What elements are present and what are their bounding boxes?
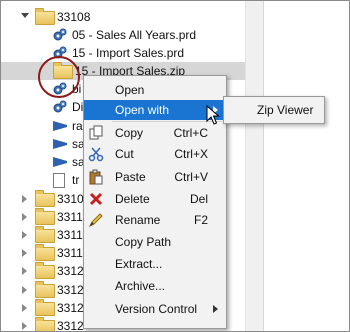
tree-row-label: 3312 bbox=[57, 319, 84, 332]
menu-item-label: Extract... bbox=[115, 257, 163, 271]
tree-row-label: 3311 bbox=[57, 246, 83, 260]
folder-icon bbox=[35, 190, 55, 207]
tree-row-label: 05 - Sales All Years.prd bbox=[72, 28, 197, 42]
folder-icon bbox=[35, 208, 55, 225]
menu-item-archive[interactable]: Archive... bbox=[84, 276, 226, 296]
menu-item-copy-path[interactable]: Copy Path bbox=[84, 232, 226, 252]
tree-row-label: ra bbox=[72, 119, 83, 133]
collapsed-arrow-icon[interactable] bbox=[22, 286, 27, 294]
tree-row-label: 33108 bbox=[57, 10, 91, 24]
tree-row-label: bi bbox=[72, 82, 82, 96]
collapsed-arrow-icon[interactable] bbox=[22, 213, 27, 221]
menu-item-label: Copy bbox=[115, 126, 144, 140]
menu-item-extract[interactable]: Extract... bbox=[84, 254, 226, 274]
gear-icon bbox=[53, 82, 67, 95]
folder-icon bbox=[35, 8, 55, 25]
menu-item-label: Archive... bbox=[115, 279, 166, 293]
tree-row-label: 3310 bbox=[57, 192, 84, 206]
tree-row-label: 15 - Import Sales.prd bbox=[72, 46, 185, 60]
mouse-cursor-icon bbox=[206, 105, 220, 125]
funnel-icon bbox=[53, 157, 67, 167]
tree-row-label: tr bbox=[72, 173, 80, 187]
folder-icon bbox=[35, 262, 55, 279]
collapsed-arrow-icon[interactable] bbox=[22, 249, 27, 257]
menu-item-label: Delete bbox=[115, 192, 150, 206]
explorer-window: 33108 05 - Sales All Years.prd 15 - Import… bbox=[0, 0, 350, 332]
tree-row[interactable]: 05 - Sales All Years.prd bbox=[1, 26, 245, 44]
tree-row-label: Di bbox=[72, 100, 84, 114]
tree-scrollbar[interactable] bbox=[245, 1, 264, 331]
folder-icon bbox=[35, 226, 55, 243]
zip-viewer-item[interactable]: Zip Viewer bbox=[226, 99, 322, 121]
pencil-icon bbox=[88, 213, 103, 228]
copy-icon bbox=[89, 125, 103, 140]
tree-row-label: 3312 bbox=[57, 301, 84, 315]
menu-item-version-control[interactable]: Version Control bbox=[84, 299, 226, 319]
menu-item-open-with[interactable]: Open with bbox=[84, 100, 226, 120]
menu-item-label: Copy Path bbox=[115, 235, 172, 249]
collapsed-arrow-icon[interactable] bbox=[22, 322, 27, 330]
funnel-icon bbox=[53, 121, 67, 131]
funnel-icon bbox=[53, 139, 67, 149]
delete-x-icon bbox=[89, 192, 103, 206]
expand-arrow-icon[interactable] bbox=[21, 13, 29, 18]
folder-icon bbox=[53, 62, 73, 79]
menu-item-label: Rename bbox=[115, 213, 161, 227]
collapsed-arrow-icon[interactable] bbox=[22, 231, 27, 239]
tree-row-label: 3311 bbox=[57, 210, 83, 224]
scissors-icon bbox=[88, 147, 104, 162]
menu-item-shortcut: Ctrl+V bbox=[174, 170, 208, 184]
tree-row-label: 3312 bbox=[57, 264, 84, 278]
menu-item-label: Open with bbox=[115, 103, 170, 117]
menu-item-shortcut: F2 bbox=[193, 213, 208, 227]
menu-item-shortcut: Ctrl+X bbox=[174, 147, 208, 161]
folder-icon bbox=[35, 281, 55, 298]
paste-icon bbox=[89, 169, 103, 185]
menu-item-shortcut: Del bbox=[189, 192, 208, 206]
menu-item-label: Paste bbox=[115, 170, 146, 184]
folder-icon bbox=[35, 317, 55, 331]
menu-item-open[interactable]: Open bbox=[84, 80, 226, 100]
gear-icon bbox=[53, 28, 67, 41]
tree-row[interactable]: 15 - Import Sales.prd bbox=[1, 44, 245, 62]
tree-row-label: 3312 bbox=[57, 283, 84, 297]
menu-item-paste[interactable]: Paste Ctrl+V bbox=[84, 167, 226, 187]
gear-icon bbox=[53, 46, 67, 59]
submenu-arrow-icon bbox=[213, 305, 218, 313]
menu-item-label: Version Control bbox=[115, 302, 198, 316]
zip-viewer-label: Zip Viewer bbox=[257, 103, 314, 117]
right-pane bbox=[263, 1, 349, 331]
folder-icon bbox=[35, 299, 55, 316]
menu-item-cut[interactable]: Cut Ctrl+X bbox=[84, 144, 226, 164]
gear-icon bbox=[53, 100, 67, 113]
menu-item-copy[interactable]: Copy Ctrl+C bbox=[84, 123, 226, 143]
collapsed-arrow-icon[interactable] bbox=[22, 267, 27, 275]
menu-item-label: Open bbox=[115, 83, 145, 97]
menu-item-rename[interactable]: Rename F2 bbox=[84, 210, 226, 230]
collapsed-arrow-icon[interactable] bbox=[22, 304, 27, 312]
document-icon bbox=[53, 173, 65, 188]
tree-row-label: 3311 bbox=[57, 228, 83, 242]
menu-item-label: Cut bbox=[115, 147, 134, 161]
menu-item-shortcut: Ctrl+C bbox=[173, 126, 208, 140]
folder-icon bbox=[35, 244, 55, 261]
collapsed-arrow-icon[interactable] bbox=[22, 195, 27, 203]
menu-item-delete[interactable]: Delete Del bbox=[84, 189, 226, 209]
open-with-submenu: Zip Viewer bbox=[223, 96, 325, 124]
tree-row[interactable]: 33108 bbox=[1, 8, 245, 26]
